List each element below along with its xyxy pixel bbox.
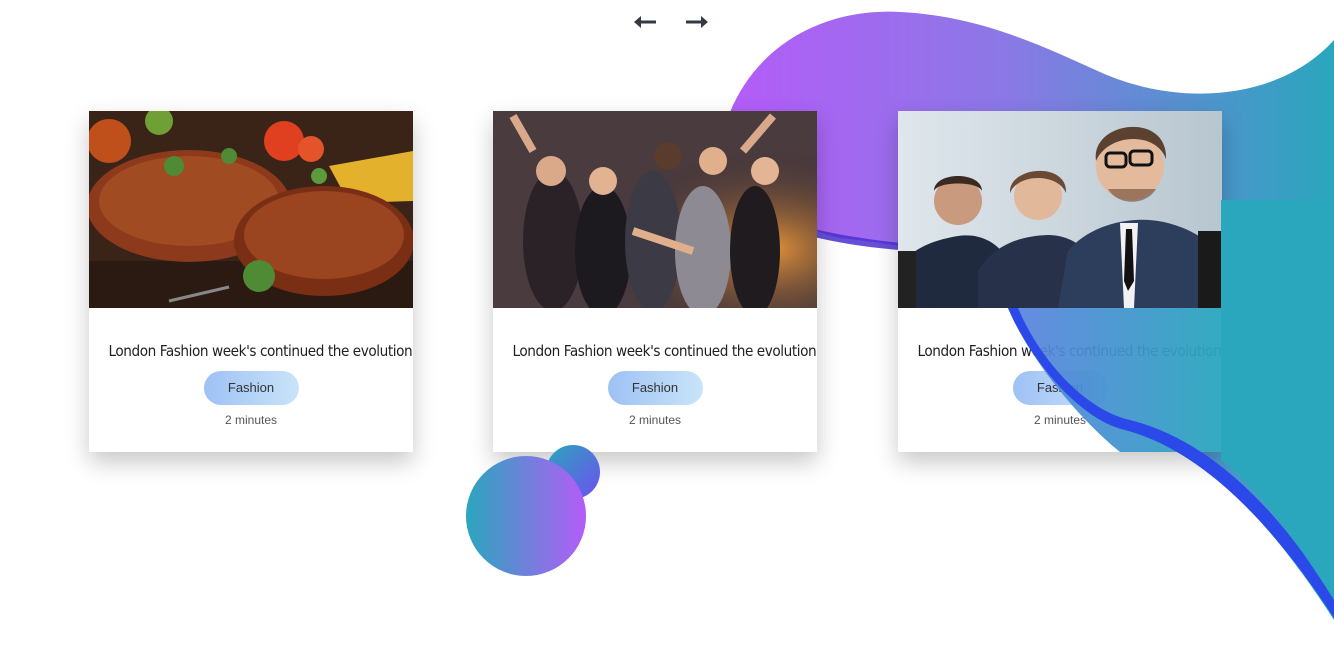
arrow-left-icon[interactable] bbox=[632, 10, 658, 34]
read-time: 2 minutes bbox=[224, 413, 278, 427]
category-tag[interactable]: Fashion bbox=[1012, 371, 1108, 405]
card-title[interactable]: London Fashion week's continued the evol… bbox=[108, 342, 412, 360]
article-card[interactable]: London Fashion week's continued the evol… bbox=[89, 111, 413, 452]
category-tag[interactable]: Fashion bbox=[203, 371, 299, 405]
arrow-right-icon[interactable] bbox=[684, 10, 710, 34]
card-title[interactable]: London Fashion week's continued the evol… bbox=[512, 342, 816, 360]
read-time: 2 minutes bbox=[1033, 413, 1087, 427]
article-card[interactable]: London Fashion week's continued the evol… bbox=[898, 111, 1222, 452]
grilled-steak-photo bbox=[89, 111, 413, 308]
carousel-nav bbox=[632, 10, 710, 34]
article-card[interactable]: London Fashion week's continued the evol… bbox=[493, 111, 817, 452]
read-time: 2 minutes bbox=[628, 413, 682, 427]
party-crowd-photo bbox=[493, 111, 817, 308]
category-tag[interactable]: Fashion bbox=[607, 371, 703, 405]
business-people-photo bbox=[898, 111, 1222, 308]
card-title[interactable]: London Fashion week's continued the evol… bbox=[917, 342, 1221, 360]
